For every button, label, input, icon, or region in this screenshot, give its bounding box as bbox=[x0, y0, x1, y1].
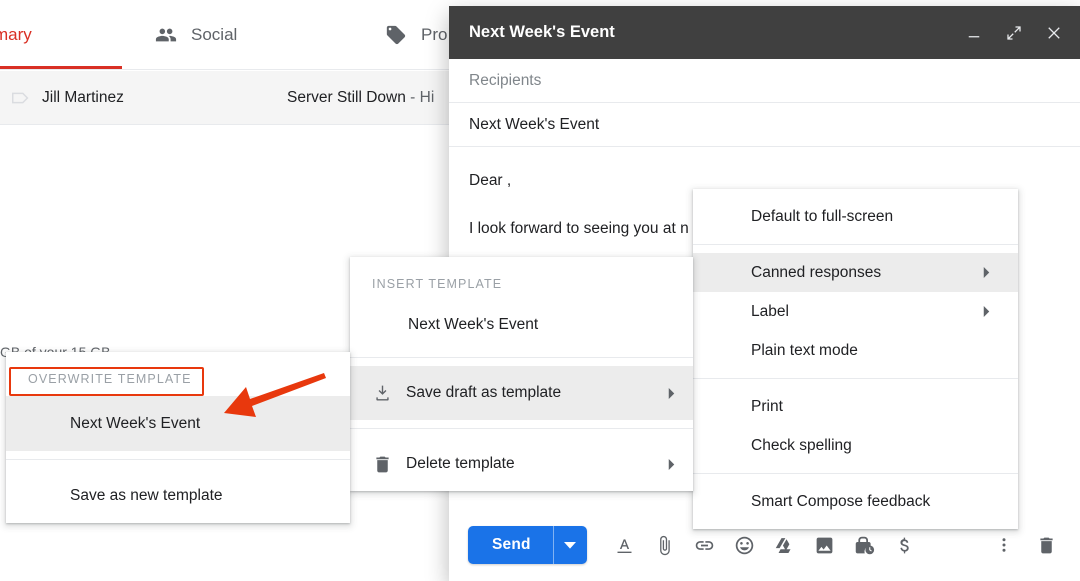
chevron-right-icon bbox=[666, 458, 677, 470]
importance-marker-icon[interactable] bbox=[0, 87, 42, 109]
email-separator: - bbox=[405, 88, 420, 106]
insert-drive-icon[interactable] bbox=[765, 525, 805, 565]
menu-separator bbox=[6, 459, 350, 460]
menu-item-label: Save draft as template bbox=[406, 384, 562, 401]
menu-item-label: Label bbox=[751, 302, 789, 320]
recipients-field[interactable]: Recipients bbox=[449, 59, 1080, 103]
chevron-right-icon bbox=[981, 267, 992, 278]
menu-item-label: Next Week's Event bbox=[70, 414, 201, 432]
menu-item-delete-template[interactable]: Delete template bbox=[350, 437, 693, 491]
tag-icon bbox=[385, 24, 407, 46]
discard-draft-icon[interactable] bbox=[1028, 525, 1064, 565]
attach-file-icon[interactable] bbox=[645, 525, 685, 565]
menu-item-label: Plain text mode bbox=[751, 341, 858, 359]
menu-separator bbox=[693, 244, 1018, 245]
trash-icon bbox=[372, 454, 406, 475]
email-snippet: Hi bbox=[419, 88, 435, 106]
compose-window-controls bbox=[962, 21, 1066, 45]
inbox-category-tabs: mary Social Pro bbox=[0, 0, 470, 70]
menu-item-overwrite-next-weeks-event[interactable]: Next Week's Event bbox=[6, 396, 350, 451]
menu-item-label: Check spelling bbox=[751, 436, 852, 454]
confidential-mode-icon[interactable] bbox=[845, 525, 885, 565]
tab-promotions-label: Pro bbox=[421, 24, 448, 44]
menu-separator bbox=[693, 378, 1018, 379]
subject-field[interactable]: Next Week's Event bbox=[449, 103, 1080, 147]
more-options-menu: Default to full-screen Canned responses … bbox=[693, 189, 1018, 529]
active-tab-indicator bbox=[0, 66, 122, 69]
tab-social-label: Social bbox=[191, 24, 238, 44]
menu-item-save-draft-as-template[interactable]: Save draft as template bbox=[350, 366, 693, 420]
tab-primary[interactable]: mary bbox=[0, 0, 32, 69]
email-list-row[interactable]: Jill Martinez Server Still Down - Hi bbox=[0, 71, 470, 125]
menu-item-label[interactable]: Label bbox=[693, 292, 1018, 331]
menu-item-print[interactable]: Print bbox=[693, 387, 1018, 426]
overwrite-template-header: OVERWRITE TEMPLATE bbox=[28, 372, 192, 386]
insert-emoji-icon[interactable] bbox=[725, 525, 765, 565]
menu-item-insert-template-next-weeks-event[interactable]: Next Week's Event bbox=[350, 301, 693, 349]
compose-toolbar-right bbox=[986, 525, 1064, 565]
menu-item-label: Default to full-screen bbox=[751, 207, 894, 225]
menu-item-label: Save as new template bbox=[70, 486, 223, 504]
save-template-icon bbox=[372, 383, 406, 404]
tab-primary-label: mary bbox=[0, 24, 32, 44]
send-button-label: Send bbox=[492, 536, 531, 553]
tab-promotions[interactable]: Pro bbox=[385, 0, 447, 69]
menu-item-label: Smart Compose feedback bbox=[751, 492, 931, 510]
chevron-right-icon bbox=[981, 306, 992, 317]
recipients-placeholder: Recipients bbox=[469, 71, 542, 89]
subject-value: Next Week's Event bbox=[469, 115, 600, 133]
menu-item-label: Canned responses bbox=[751, 263, 882, 281]
email-sender: Jill Martinez bbox=[42, 88, 124, 106]
insert-template-header: INSERT TEMPLATE bbox=[372, 277, 503, 291]
formatting-options-icon[interactable] bbox=[605, 525, 645, 565]
more-options-icon[interactable] bbox=[986, 525, 1022, 565]
screenshot-root: mary Social Pro Jill Martinez Server Sti… bbox=[0, 0, 1080, 581]
expand-icon[interactable] bbox=[1002, 21, 1026, 45]
compose-tool-icons bbox=[605, 525, 925, 565]
menu-item-default-to-full-screen[interactable]: Default to full-screen bbox=[693, 197, 1018, 236]
menu-item-label: Next Week's Event bbox=[408, 316, 539, 333]
send-button[interactable]: Send bbox=[468, 526, 587, 564]
insert-link-icon[interactable] bbox=[685, 525, 725, 565]
menu-item-check-spelling[interactable]: Check spelling bbox=[693, 426, 1018, 465]
menu-item-canned-responses[interactable]: Canned responses bbox=[693, 253, 1018, 292]
people-icon bbox=[155, 24, 177, 46]
menu-separator bbox=[350, 357, 693, 358]
menu-separator bbox=[350, 428, 693, 429]
templates-submenu: INSERT TEMPLATE Next Week's Event Save d… bbox=[350, 257, 693, 491]
compose-header: Next Week's Event bbox=[449, 6, 1080, 59]
menu-separator bbox=[693, 473, 1018, 474]
email-subject-text: Server Still Down bbox=[287, 88, 406, 106]
close-icon[interactable] bbox=[1042, 21, 1066, 45]
menu-item-plain-text-mode[interactable]: Plain text mode bbox=[693, 331, 1018, 370]
minimize-icon[interactable] bbox=[962, 21, 986, 45]
menu-item-save-as-new-template[interactable]: Save as new template bbox=[6, 468, 350, 523]
insert-photo-icon[interactable] bbox=[805, 525, 845, 565]
menu-item-label: Print bbox=[751, 397, 783, 415]
menu-item-label: Delete template bbox=[406, 455, 515, 472]
tab-social[interactable]: Social bbox=[155, 0, 237, 69]
menu-item-smart-compose-feedback[interactable]: Smart Compose feedback bbox=[693, 482, 1018, 521]
overwrite-template-submenu: OVERWRITE TEMPLATE Next Week's Event Sav… bbox=[6, 352, 350, 523]
insert-signature-icon[interactable] bbox=[885, 525, 925, 565]
send-options-caret-icon[interactable] bbox=[552, 526, 587, 564]
compose-title: Next Week's Event bbox=[469, 23, 615, 41]
email-subject: Server Still Down - Hi bbox=[287, 89, 434, 107]
chevron-right-icon bbox=[666, 387, 677, 399]
